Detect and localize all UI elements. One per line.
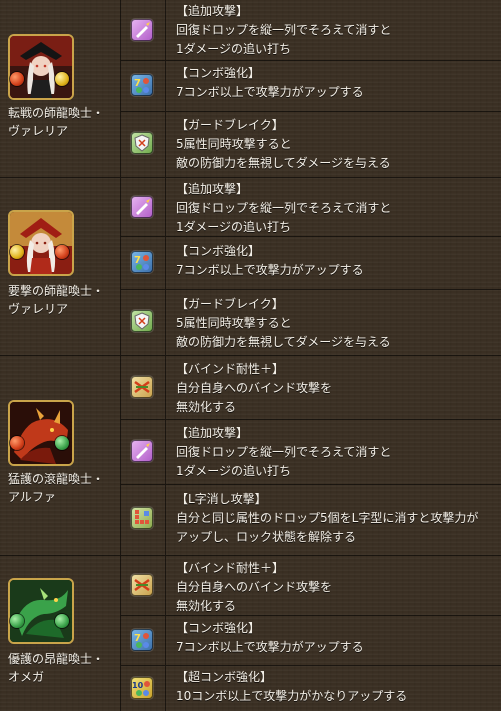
super-combo-10-icon: 10 xyxy=(131,677,153,699)
skill-description: 自分自身へのバインド攻撃を 無効化する xyxy=(176,580,333,613)
guard-break-icon xyxy=(131,310,153,332)
monster-group: 転戦の師龍喚士・ ヴァレリア 【追加攻撃】 回復ドロップを縦一列でそろえて消すと… xyxy=(0,0,501,178)
skill-description: 回復ドロップを縦一列でそろえて消すと 1ダメージの追い打ち xyxy=(176,23,392,56)
monster-name: 優護の昂龍喚士・ オメガ xyxy=(8,652,105,684)
skill-list: 【バインド耐性＋】 自分自身へのバインド攻撃を 無効化する 【追加攻撃】 回復ド… xyxy=(121,356,501,555)
combo-boost-7-icon: 7 xyxy=(131,629,153,651)
monster-name: 転戦の師龍喚士・ ヴァレリア xyxy=(8,106,105,138)
fire-orb-icon xyxy=(10,436,24,450)
skill-row: 【ガードブレイク】 5属性同時攻撃すると 敵の防御力を無視してダメージを与える xyxy=(121,112,501,177)
skill-title: 【コンボ強化】 xyxy=(176,66,261,80)
monster-portrait[interactable] xyxy=(8,400,74,466)
light-orb-icon xyxy=(10,245,24,259)
monster-name: 要撃の師龍喚士・ ヴァレリア xyxy=(8,284,105,316)
skill-title: 【追加攻撃】 xyxy=(176,426,249,440)
skill-description: 自分自身へのバインド攻撃を 無効化する xyxy=(176,381,333,414)
skill-list: 【バインド耐性＋】 自分自身へのバインド攻撃を 無効化する 7 【コンボ強化】 … xyxy=(121,556,501,711)
extra-attack-icon xyxy=(131,440,153,462)
awakening-table: 転戦の師龍喚士・ ヴァレリア 【追加攻撃】 回復ドロップを縦一列でそろえて消すと… xyxy=(0,0,501,711)
monster-cell: 猛護の滾龍喚士・ アルファ xyxy=(0,356,121,555)
combo-boost-7-icon: 7 xyxy=(131,74,153,96)
skill-title: 【バインド耐性＋】 xyxy=(176,362,285,376)
valeria-portrait-icon xyxy=(10,212,72,274)
skill-title: 【超コンボ強化】 xyxy=(176,670,273,684)
skill-description: 回復ドロップを縦一列でそろえて消すと 1ダメージの追い打ち xyxy=(176,445,392,478)
monster-cell: 要撃の師龍喚士・ ヴァレリア xyxy=(0,178,121,355)
skill-row: 7 【コンボ強化】 7コンボ以上で攻撃力がアップする xyxy=(121,61,501,112)
monster-name: 猛護の滾龍喚士・ アルファ xyxy=(8,472,105,504)
skill-title: 【コンボ強化】 xyxy=(176,621,261,635)
skill-title: 【追加攻撃】 xyxy=(176,4,249,18)
skill-icon-cell: 7 xyxy=(121,61,166,111)
skill-title: 【追加攻撃】 xyxy=(176,182,249,196)
skill-row: 【L字消し攻撃】 自分と同じ属性のドロップ5個をL字型に消すと攻撃力が アップし… xyxy=(121,485,501,555)
skill-row: 【バインド耐性＋】 自分自身へのバインド攻撃を 無効化する xyxy=(121,356,501,420)
omega-dragon-portrait-icon xyxy=(10,580,72,642)
wood-orb-icon xyxy=(55,436,69,450)
monster-group: 優護の昂龍喚士・ オメガ 【バインド耐性＋】 自分自身へのバインド攻撃を 無効化… xyxy=(0,556,501,711)
skill-row: 【ガードブレイク】 5属性同時攻撃すると 敵の防御力を無視してダメージを与える xyxy=(121,290,501,355)
skill-row: 7 【コンボ強化】 7コンボ以上で攻撃力がアップする xyxy=(121,237,501,290)
skill-title: 【ガードブレイク】 xyxy=(176,297,284,311)
bind-resist-icon xyxy=(131,574,153,596)
monster-cell: 転戦の師龍喚士・ ヴァレリア xyxy=(0,0,121,177)
skill-row: 10 【超コンボ強化】 10コンボ以上で攻撃力がかなりアップする xyxy=(121,666,501,711)
skill-description: 7コンボ以上で攻撃力がアップする xyxy=(176,640,364,654)
skill-icon-cell xyxy=(121,0,166,60)
bind-resist-icon xyxy=(131,376,153,398)
skill-row: 7 【コンボ強化】 7コンボ以上で攻撃力がアップする xyxy=(121,616,501,666)
extra-attack-icon xyxy=(131,19,153,41)
wood-orb-icon xyxy=(55,614,69,628)
svg-text:10: 10 xyxy=(132,681,144,690)
skill-icon-cell: 10 xyxy=(121,666,166,711)
monster-group: 猛護の滾龍喚士・ アルファ 【バインド耐性＋】 自分自身へのバインド攻撃を 無効… xyxy=(0,356,501,556)
skill-description: 5属性同時攻撃すると 敵の防御力を無視してダメージを与える xyxy=(176,137,391,170)
combo-boost-7-icon: 7 xyxy=(131,251,153,273)
skill-icon-cell xyxy=(121,178,166,236)
skill-icon-cell xyxy=(121,356,166,419)
valeria-portrait-icon xyxy=(10,36,72,98)
skill-list: 【追加攻撃】 回復ドロップを縦一列でそろえて消すと 1ダメージの追い打ち 7 【… xyxy=(121,178,501,355)
skill-description: 7コンボ以上で攻撃力がアップする xyxy=(176,85,364,99)
skill-icon-cell xyxy=(121,556,166,615)
skill-icon-cell xyxy=(121,420,166,484)
skill-row: 【追加攻撃】 回復ドロップを縦一列でそろえて消すと 1ダメージの追い打ち xyxy=(121,420,501,485)
skill-description: 回復ドロップを縦一列でそろえて消すと 1ダメージの追い打ち xyxy=(176,201,392,234)
skill-icon-cell xyxy=(121,485,166,555)
monster-portrait[interactable] xyxy=(8,34,74,100)
skill-icon-cell xyxy=(121,112,166,177)
skill-icon-cell xyxy=(121,290,166,355)
skill-title: 【コンボ強化】 xyxy=(176,244,261,258)
skill-icon-cell: 7 xyxy=(121,616,166,665)
wood-orb-icon xyxy=(10,614,24,628)
monster-portrait[interactable] xyxy=(8,578,74,644)
fire-orb-icon xyxy=(10,72,24,86)
skill-description: 5属性同時攻撃すると 敵の防御力を無視してダメージを与える xyxy=(176,316,391,349)
skill-icon-cell: 7 xyxy=(121,237,166,289)
monster-group: 要撃の師龍喚士・ ヴァレリア 【追加攻撃】 回復ドロップを縦一列でそろえて消すと… xyxy=(0,178,501,356)
fire-orb-icon xyxy=(55,245,69,259)
skill-list: 【追加攻撃】 回復ドロップを縦一列でそろえて消すと 1ダメージの追い打ち 7 【… xyxy=(121,0,501,177)
guard-break-icon xyxy=(131,132,153,154)
skill-title: 【ガードブレイク】 xyxy=(176,118,284,132)
skill-title: 【バインド耐性＋】 xyxy=(176,561,285,575)
skill-description: 自分と同じ属性のドロップ5個をL字型に消すと攻撃力が アップし、ロック状態を解除… xyxy=(176,511,479,544)
skill-description: 10コンボ以上で攻撃力がかなりアップする xyxy=(176,689,408,703)
skill-title: 【L字消し攻撃】 xyxy=(176,492,267,506)
l-shape-icon xyxy=(131,507,153,529)
alpha-dragon-portrait-icon xyxy=(10,402,72,464)
monster-portrait[interactable] xyxy=(8,210,74,276)
extra-attack-icon xyxy=(131,196,153,218)
monster-cell: 優護の昂龍喚士・ オメガ xyxy=(0,556,121,711)
skill-description: 7コンボ以上で攻撃力がアップする xyxy=(176,263,364,277)
skill-row: 【バインド耐性＋】 自分自身へのバインド攻撃を 無効化する xyxy=(121,556,501,616)
light-orb-icon xyxy=(55,72,69,86)
skill-row: 【追加攻撃】 回復ドロップを縦一列でそろえて消すと 1ダメージの追い打ち xyxy=(121,178,501,237)
skill-row: 【追加攻撃】 回復ドロップを縦一列でそろえて消すと 1ダメージの追い打ち xyxy=(121,0,501,61)
